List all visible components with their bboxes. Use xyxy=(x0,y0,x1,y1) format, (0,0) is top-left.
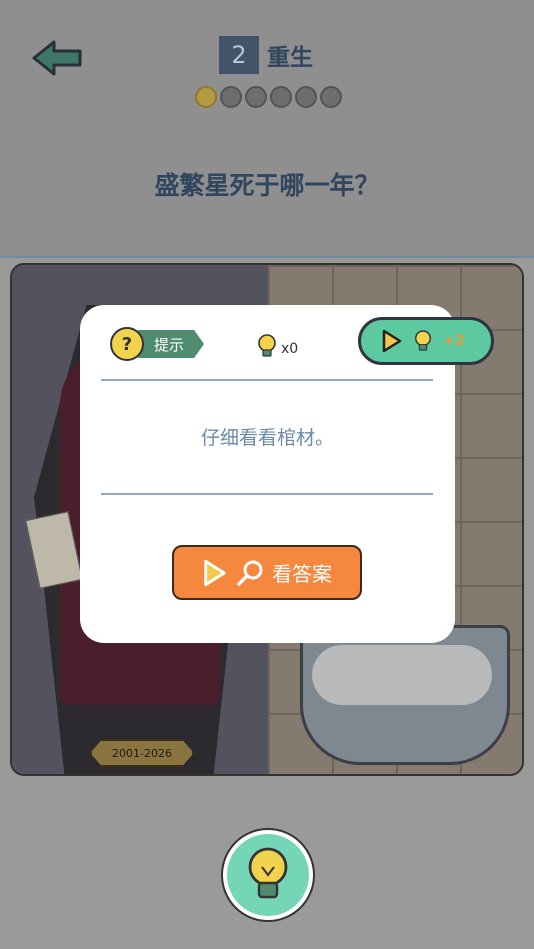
hint-tag-label: 提示 xyxy=(138,330,205,358)
header: 2 重生 盛繁星死于哪一年？ xyxy=(0,0,534,258)
progress-dots xyxy=(195,86,342,108)
divider-top xyxy=(101,379,433,381)
progress-dot xyxy=(245,86,267,108)
play-icon xyxy=(382,329,402,353)
progress-dot xyxy=(295,86,317,108)
coffin-plate-text: 2001-2026 xyxy=(112,746,172,760)
magnifier-icon xyxy=(237,560,263,586)
progress-dot xyxy=(320,86,342,108)
bubbles xyxy=(312,645,492,705)
question-bulb-icon: ? xyxy=(110,327,144,361)
hint-tag: ? 提示 xyxy=(110,327,205,361)
hint-dialog: ? 提示 x0 +2 仔细看看棺材。 看答案 xyxy=(80,305,494,643)
lightbulb-icon xyxy=(258,334,276,357)
question-text: 盛繁星死于哪一年？ xyxy=(154,171,380,200)
view-answer-label: 看答案 xyxy=(272,562,332,586)
bulb-counter: x0 xyxy=(256,333,298,359)
lightbulb-icon xyxy=(415,330,431,351)
hint-button[interactable] xyxy=(223,830,313,920)
level-number: 2 xyxy=(219,36,259,74)
coffin-plate[interactable]: 2001-2026 xyxy=(90,739,194,767)
progress-dot xyxy=(220,86,242,108)
hint-text: 仔细看看棺材。 xyxy=(200,427,334,449)
progress-dot xyxy=(195,86,217,108)
lightbulb-icon xyxy=(248,847,288,899)
play-icon xyxy=(204,559,226,586)
progress-dot xyxy=(270,86,292,108)
ad-reward-label: +2 xyxy=(443,333,465,349)
level-title: 重生 xyxy=(267,45,313,71)
view-answer-button[interactable]: 看答案 xyxy=(172,545,362,600)
level-indicator: 2 重生 xyxy=(219,36,313,74)
divider-bottom xyxy=(101,493,433,495)
watch-ad-button[interactable]: +2 xyxy=(358,317,494,365)
bulb-count-text: x0 xyxy=(281,341,299,357)
back-arrow-icon[interactable] xyxy=(30,36,86,80)
